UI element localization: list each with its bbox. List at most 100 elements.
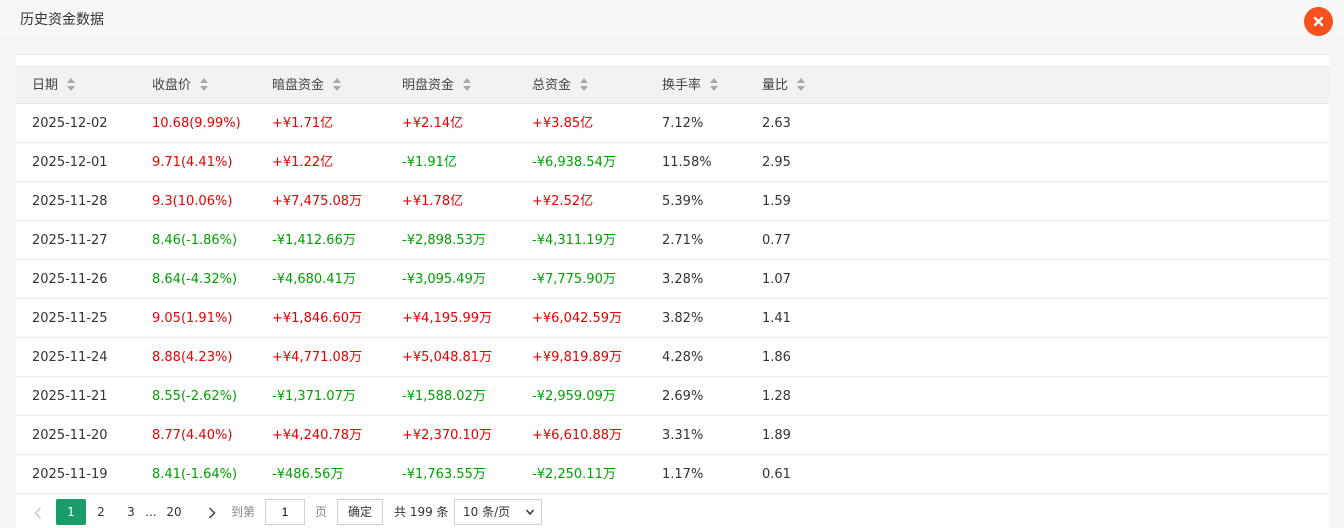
dialog-title: 历史资金数据 xyxy=(20,12,104,28)
cell-open-funds: +¥2.14亿 xyxy=(402,116,464,131)
column-header-date[interactable]: 日期 xyxy=(32,67,76,105)
cell-open-funds: +¥1.78亿 xyxy=(402,194,464,209)
cell-total-funds: +¥6,610.88万 xyxy=(532,428,623,443)
cell-total-funds: -¥4,311.19万 xyxy=(532,233,616,248)
cell-volume-ratio: 1.59 xyxy=(762,194,791,209)
sort-icon[interactable] xyxy=(580,78,589,91)
cell-turnover: 4.28% xyxy=(662,350,704,365)
cell-dark-funds: +¥1.71亿 xyxy=(272,116,334,131)
cell-dark-funds: -¥4,680.41万 xyxy=(272,272,356,287)
goto-prefix-label: 到第 xyxy=(231,505,256,519)
table-row[interactable]: 2025-11-24 8.88(4.23%) +¥4,771.08万 +¥5,048.… xyxy=(16,338,1329,377)
cell-close: 8.46(-1.86%) xyxy=(152,233,238,248)
table-row[interactable]: 2025-11-26 8.64(-4.32%) -¥4,680.41万 -¥3,095… xyxy=(16,260,1329,299)
cell-dark-funds: +¥1.22亿 xyxy=(272,155,334,170)
cell-close: 9.05(1.91%) xyxy=(152,311,233,326)
table-body: 2025-12-02 10.68(9.99%) +¥1.71亿 +¥2.14亿 +¥3.… xyxy=(16,104,1329,494)
cell-total-funds: -¥7,775.90万 xyxy=(532,272,616,287)
cell-date: 2025-12-02 xyxy=(32,116,108,131)
cell-turnover: 1.17% xyxy=(662,467,704,482)
total-count-label: 共 199 条 xyxy=(394,505,449,519)
cell-turnover: 7.12% xyxy=(662,116,704,131)
next-page-button[interactable] xyxy=(202,499,222,525)
goto-suffix-label: 页 xyxy=(315,505,328,519)
cell-open-funds: +¥2,370.10万 xyxy=(402,428,493,443)
chevron-left-icon xyxy=(34,506,42,519)
cell-total-funds: +¥2.52亿 xyxy=(532,194,594,209)
cell-date: 2025-11-21 xyxy=(32,389,108,404)
sort-icon[interactable] xyxy=(200,78,209,91)
cell-date: 2025-11-19 xyxy=(32,467,108,482)
table-row[interactable]: 2025-12-02 10.68(9.99%) +¥1.71亿 +¥2.14亿 +¥3.… xyxy=(16,104,1329,143)
cell-dark-funds: -¥486.56万 xyxy=(272,467,344,482)
cell-turnover: 11.58% xyxy=(662,155,712,170)
page-3-button[interactable]: 3 xyxy=(120,499,142,525)
cell-turnover: 2.69% xyxy=(662,389,704,404)
page-last-button[interactable]: 20 xyxy=(163,499,185,525)
table-row[interactable]: 2025-11-21 8.55(-2.62%) -¥1,371.07万 -¥1,588… xyxy=(16,377,1329,416)
cell-turnover: 2.71% xyxy=(662,233,704,248)
chevron-right-icon xyxy=(208,506,216,519)
cell-open-funds: +¥5,048.81万 xyxy=(402,350,493,365)
cell-dark-funds: +¥4,771.08万 xyxy=(272,350,363,365)
cell-volume-ratio: 2.95 xyxy=(762,155,791,170)
cell-turnover: 3.28% xyxy=(662,272,704,287)
cell-turnover: 3.82% xyxy=(662,311,704,326)
cell-date: 2025-11-26 xyxy=(32,272,108,287)
column-header-turnover[interactable]: 换手率 xyxy=(662,67,719,105)
column-header-total-funds[interactable]: 总资金 xyxy=(532,67,589,105)
page-size-select[interactable]: 10 条/页 xyxy=(454,499,542,525)
table-row[interactable]: 2025-11-28 9.3(10.06%) +¥7,475.08万 +¥1.78亿 +… xyxy=(16,182,1329,221)
cell-date: 2025-11-28 xyxy=(32,194,108,209)
column-header-dark-funds[interactable]: 暗盘资金 xyxy=(272,67,342,105)
cell-close: 8.88(4.23%) xyxy=(152,350,233,365)
cell-turnover: 5.39% xyxy=(662,194,704,209)
cell-open-funds: -¥1,763.55万 xyxy=(402,467,486,482)
sort-icon[interactable] xyxy=(797,78,806,91)
cell-volume-ratio: 2.63 xyxy=(762,116,791,131)
cell-close: 8.41(-1.64%) xyxy=(152,467,238,482)
cell-date: 2025-11-25 xyxy=(32,311,108,326)
cell-open-funds: -¥3,095.49万 xyxy=(402,272,486,287)
goto-page-input[interactable] xyxy=(265,499,305,525)
cell-volume-ratio: 1.89 xyxy=(762,428,791,443)
confirm-button[interactable]: 确定 xyxy=(337,499,383,525)
prev-page-button[interactable] xyxy=(28,499,48,525)
sort-icon[interactable] xyxy=(67,78,76,91)
table-row[interactable]: 2025-12-01 9.71(4.41%) +¥1.22亿 -¥1.91亿 -¥6,9… xyxy=(16,143,1329,182)
cell-dark-funds: +¥4,240.78万 xyxy=(272,428,363,443)
cell-volume-ratio: 1.41 xyxy=(762,311,791,326)
table-row[interactable]: 2025-11-27 8.46(-1.86%) -¥1,412.66万 -¥2,898… xyxy=(16,221,1329,260)
cell-turnover: 3.31% xyxy=(662,428,704,443)
cell-total-funds: +¥9,819.89万 xyxy=(532,350,623,365)
cell-total-funds: -¥2,959.09万 xyxy=(532,389,616,404)
column-header-open-funds[interactable]: 明盘资金 xyxy=(402,67,472,105)
dialog-header: 历史资金数据 xyxy=(0,0,1344,37)
cell-dark-funds: -¥1,412.66万 xyxy=(272,233,356,248)
close-icon xyxy=(1313,16,1324,27)
cell-open-funds: -¥1.91亿 xyxy=(402,155,457,170)
sort-icon[interactable] xyxy=(463,78,472,91)
column-header-close[interactable]: 收盘价 xyxy=(152,67,209,105)
cell-date: 2025-12-01 xyxy=(32,155,108,170)
cell-open-funds: +¥4,195.99万 xyxy=(402,311,493,326)
cell-close: 8.55(-2.62%) xyxy=(152,389,238,404)
cell-dark-funds: +¥7,475.08万 xyxy=(272,194,363,209)
column-header-volume-ratio[interactable]: 量比 xyxy=(762,67,806,105)
table-row[interactable]: 2025-11-20 8.77(4.40%) +¥4,240.78万 +¥2,370.… xyxy=(16,416,1329,455)
table-row[interactable]: 2025-11-19 8.41(-1.64%) -¥486.56万 -¥1,763.5… xyxy=(16,455,1329,494)
cell-close: 9.71(4.41%) xyxy=(152,155,233,170)
sort-icon[interactable] xyxy=(333,78,342,91)
cell-open-funds: -¥1,588.02万 xyxy=(402,389,486,404)
close-button[interactable] xyxy=(1304,7,1333,36)
sort-icon[interactable] xyxy=(710,78,719,91)
page-2-button[interactable]: 2 xyxy=(90,499,112,525)
cell-total-funds: -¥2,250.11万 xyxy=(532,467,616,482)
page-1-button[interactable]: 1 xyxy=(56,499,86,525)
cell-dark-funds: -¥1,371.07万 xyxy=(272,389,356,404)
cell-date: 2025-11-24 xyxy=(32,350,108,365)
cell-close: 8.64(-4.32%) xyxy=(152,272,238,287)
page-ellipsis: ... xyxy=(145,505,157,519)
table-row[interactable]: 2025-11-25 9.05(1.91%) +¥1,846.60万 +¥4,195.… xyxy=(16,299,1329,338)
cell-volume-ratio: 0.77 xyxy=(762,233,791,248)
